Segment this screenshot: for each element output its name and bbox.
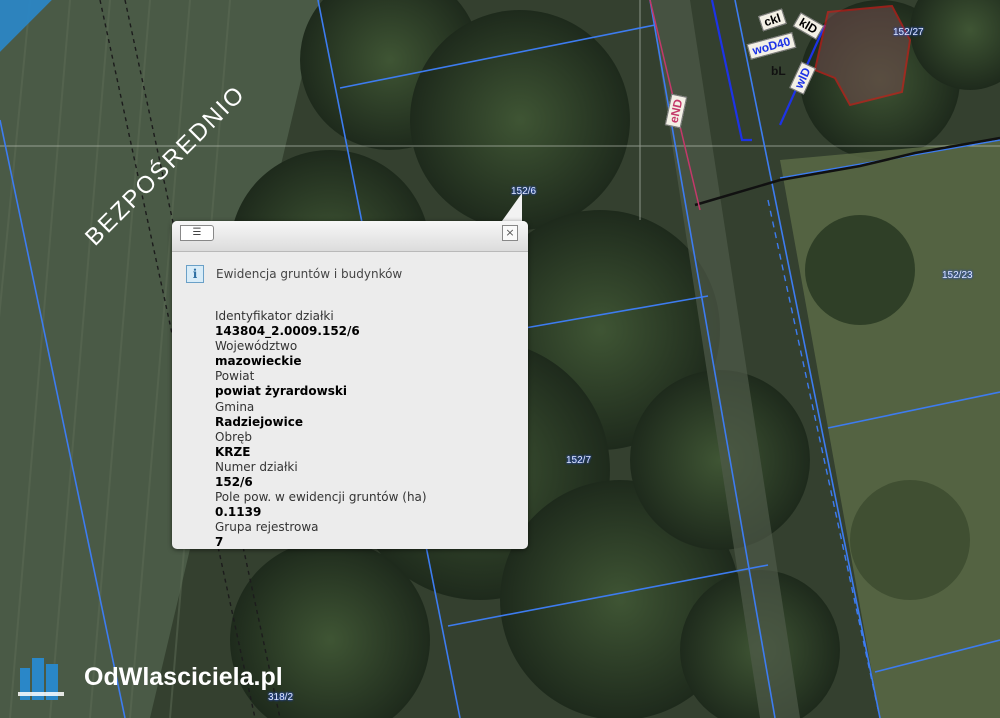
field-value: Radziejowice: [215, 414, 303, 429]
field-label: Identyfikator działki: [215, 309, 334, 323]
field-value: 7: [215, 535, 224, 549]
field-value: 152/6: [215, 475, 253, 490]
field-value: KRZE: [215, 444, 251, 459]
parcel-label: 152/23: [942, 270, 973, 281]
popup-pointer: [502, 193, 522, 221]
parcel-attributes: Identyfikator działki 143804_2.0009.152/…: [215, 309, 427, 549]
list-back-icon[interactable]: ☰: [180, 225, 214, 241]
field-value: mazowieckie: [215, 354, 302, 369]
popup-title: Ewidencja gruntów i budynków: [216, 267, 403, 281]
field-label: Grupa rejestrowa: [215, 520, 319, 535]
close-icon[interactable]: ×: [502, 225, 518, 241]
field-value: 0.1139: [215, 505, 262, 520]
field-label: Obręb: [215, 429, 252, 444]
field-label: Numer działki: [215, 459, 298, 474]
brand-name: OdWlasciciela.pl: [84, 662, 283, 691]
field-label: Gmina: [215, 399, 255, 414]
tree: [850, 480, 970, 600]
parcel-info-popup: ☰ × i Ewidencja gruntów i budynków Ident…: [172, 221, 528, 549]
info-icon: i: [186, 265, 204, 283]
field-value: 143804_2.0009.152/6: [215, 324, 360, 339]
tree: [805, 215, 915, 325]
popup-header-bar: ☰ ×: [172, 221, 528, 252]
parcel-label: 152/7: [566, 455, 592, 466]
utility-label: bL: [771, 64, 786, 78]
brand-watermark: OdWlasciciela.pl: [18, 654, 283, 700]
field-label: Powiat: [215, 369, 255, 384]
parcel-label: 152/27: [893, 27, 924, 38]
field-value: powiat żyrardowski: [215, 384, 347, 399]
popup-heading: i Ewidencja gruntów i budynków: [186, 265, 402, 283]
buildings-logo-icon: [18, 658, 64, 700]
field-label: Pole pow. w ewidencji gruntów (ha): [215, 490, 427, 505]
field-label: Województwo: [215, 339, 298, 354]
